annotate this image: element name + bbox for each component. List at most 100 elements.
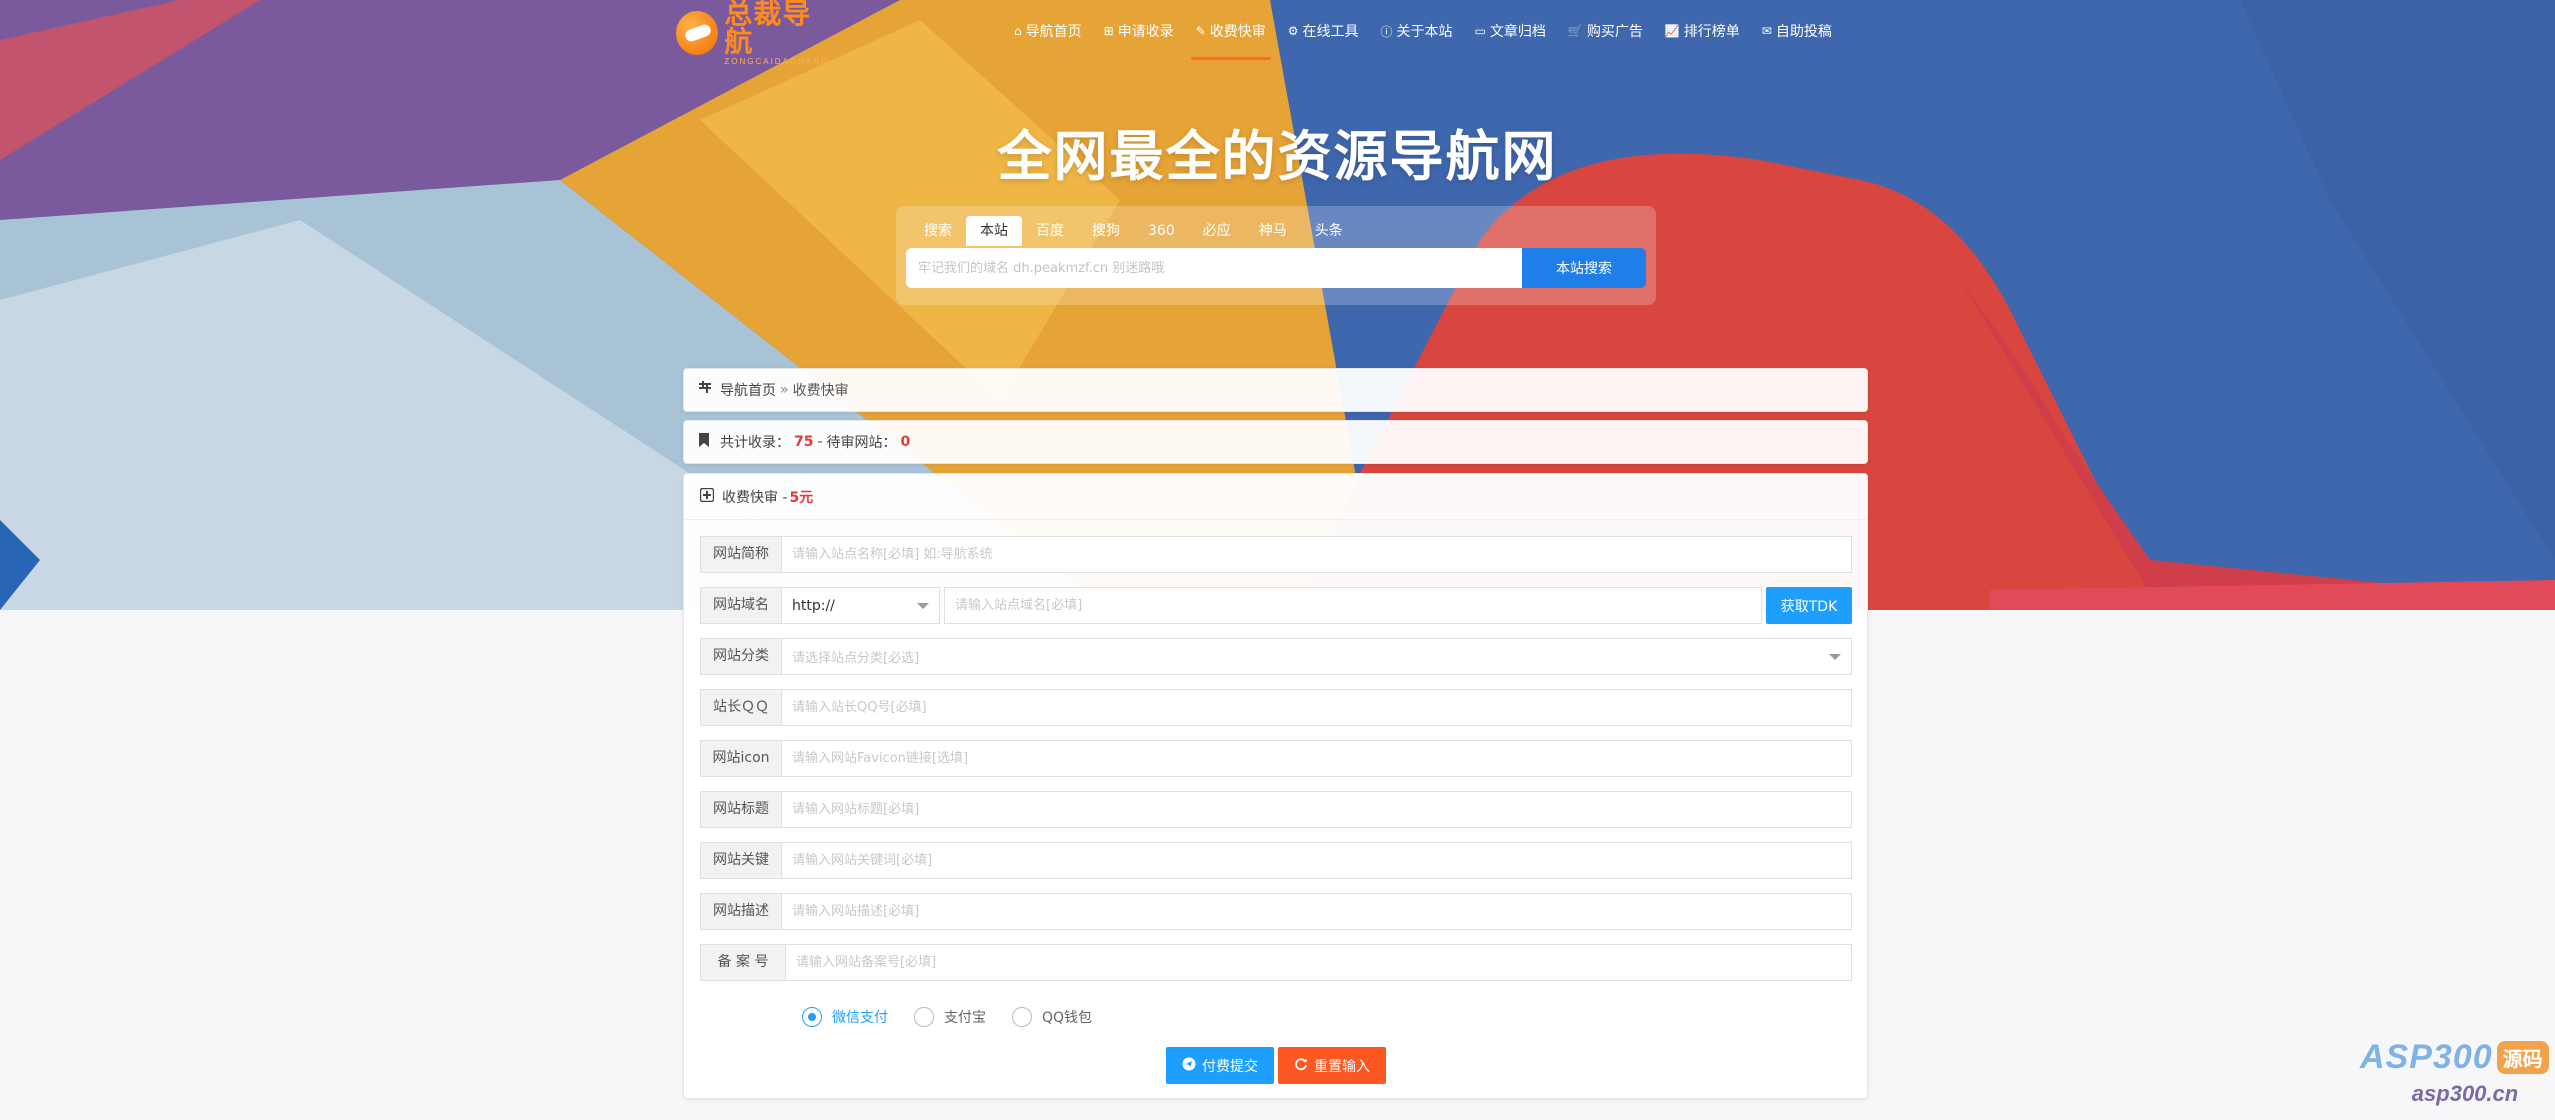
plus-square-icon [699,487,715,506]
breadcrumb-home-link[interactable]: 导航首页 [720,380,776,400]
field-label: 网站域名 [700,587,782,624]
search-tab-sogou[interactable]: 搜狗 [1078,216,1134,246]
icp-input[interactable] [786,944,1852,981]
hero-title: 全网最全的资源导航网 [997,125,1558,188]
search-tab-bing[interactable]: 必应 [1189,216,1245,246]
keywords-input[interactable] [782,842,1852,879]
send-icon [1182,1057,1196,1075]
form-title: 收费快审 - [722,489,788,506]
pending-count: 0 [900,434,911,450]
total-label: 共计收录： [720,435,790,451]
watermark-url: asp300.cn [2411,1081,2519,1106]
home-icon: ⌂ [1014,24,1022,38]
payment-label: 微信支付 [832,1010,888,1026]
field-row-name: 网站简称 [700,536,1852,573]
logo-subtitle: ZONGCAIDAOHANG [724,57,830,66]
pending-label: 待审网站： [826,435,897,451]
paid-submit-button[interactable]: 付费提交 [1166,1047,1274,1084]
payment-label: QQ钱包 [1042,1010,1093,1026]
paid-review-icon: ✎ [1195,24,1206,38]
form-header: 收费快审 - 5元 [684,474,1867,520]
logo-mark-icon [676,11,719,55]
stats-separator: - [817,434,823,450]
top-header: 总裁导航 ZONGCAIDAOHANG ⌂ 导航首页 ⊞ 申请收录 ✎ 收费快审… [0,0,2555,66]
logo-text: 总裁导航 ZONGCAIDAOHANG [724,0,836,66]
site-domain-input[interactable] [944,587,1762,624]
field-row-domain: 网站域名 http:// 获取TDK [700,587,1852,624]
field-row-description: 网站描述 [700,893,1852,930]
protocol-select[interactable]: http:// [782,587,940,624]
main-nav: ⌂ 导航首页 ⊞ 申请收录 ✎ 收费快审 ⚙ 在线工具 ⓘ 关于本站 ▭ 文章归… [1003,0,1843,62]
nav-item-submit[interactable]: ✉ 自助投稿 [1751,0,1843,62]
nav-item-apply[interactable]: ⊞ 申请收录 [1093,0,1185,62]
radio-unchecked-icon [914,1007,934,1027]
watermark-logo: ASP300 源码 asp300.cn [2360,1038,2550,1108]
field-label: 网站标题 [700,791,782,828]
favicon-input[interactable] [782,740,1852,777]
nav-label: 自助投稿 [1775,24,1832,40]
field-label: 网站描述 [700,893,782,930]
form-actions: 付费提交 重置输入 [1166,1047,1386,1084]
nav-item-tools[interactable]: ⚙ 在线工具 [1277,0,1370,62]
field-row-category: 网站分类 请选择站点分类[必选] [700,638,1852,675]
nav-item-archive[interactable]: ▭ 文章归档 [1464,0,1557,62]
breadcrumb-card: 导航首页 » 收费快审 [683,368,1868,412]
nav-label: 收费快审 [1209,24,1266,40]
nav-item-home[interactable]: ⌂ 导航首页 [1003,0,1093,62]
bookmark-icon [698,433,712,451]
field-label: 网站关键 [700,842,782,879]
envelope-icon: ✉ [1761,24,1772,38]
field-row-qq: 站长ＱＱ [700,689,1852,726]
stats-row: 共计收录： 75 - 待审网站： 0 [684,421,1867,463]
form-body: 网站简称 网站域名 http:// 获取TDK 网站分类 请选择站点分类[必选]… [700,536,1852,995]
search-tab-site[interactable]: 本站 [966,216,1022,246]
watermark-badge: 源码 [2496,1041,2549,1074]
nav-item-paid-review[interactable]: ✎ 收费快审 [1185,0,1277,62]
fetch-tdk-button[interactable]: 获取TDK [1766,587,1852,624]
plus-square-icon: ⊞ [1103,24,1114,38]
nav-item-about[interactable]: ⓘ 关于本站 [1370,0,1464,62]
total-count: 75 [794,434,814,450]
radio-checked-icon [802,1007,822,1027]
reset-button[interactable]: 重置输入 [1278,1047,1386,1084]
logo-title: 总裁导航 [724,0,812,58]
refresh-icon [1294,1057,1308,1075]
search-tab-shenma[interactable]: 神马 [1245,216,1301,246]
radio-unchecked-icon [1012,1007,1032,1027]
qq-input[interactable] [782,689,1852,726]
category-placeholder: 请选择站点分类[必选] [792,651,920,666]
nav-item-ads[interactable]: 🛒 购买广告 [1557,0,1654,62]
search-button[interactable]: 本站搜索 [1522,248,1646,288]
site-logo[interactable]: 总裁导航 ZONGCAIDAOHANG [676,0,836,66]
nav-label: 申请收录 [1117,24,1174,40]
field-label: 网站分类 [700,638,782,675]
payment-label: 支付宝 [944,1010,986,1026]
toggle-icon[interactable] [698,381,712,399]
site-name-input[interactable] [782,536,1852,573]
field-row-keywords: 网站关键 [700,842,1852,879]
nav-label: 关于本站 [1396,24,1453,40]
field-label: 站长ＱＱ [700,689,782,726]
payment-options: 微信支付 支付宝 QQ钱包 [802,1007,1092,1027]
breadcrumb-separator: » [780,382,789,398]
field-row-icp: 备 案 号 [700,944,1852,981]
payment-alipay-radio[interactable]: 支付宝 [914,1007,986,1027]
cart-icon: 🛒 [1567,24,1583,38]
search-engine-tabs: 搜索 本站 百度 搜狗 360 必应 神马 头条 [910,216,1357,246]
nav-label: 导航首页 [1025,24,1082,40]
reset-label: 重置输入 [1314,1058,1370,1075]
nav-item-ranking[interactable]: 📈 排行榜单 [1654,0,1751,62]
search-tab-search[interactable]: 搜索 [910,216,966,246]
search-tab-toutiao[interactable]: 头条 [1301,216,1357,246]
breadcrumb: 导航首页 » 收费快审 [684,369,1867,411]
search-tab-baidu[interactable]: 百度 [1022,216,1078,246]
search-tab-360[interactable]: 360 [1134,216,1189,246]
site-title-input[interactable] [782,791,1852,828]
description-input[interactable] [782,893,1852,930]
search-input[interactable] [906,248,1522,288]
field-row-title: 网站标题 [700,791,1852,828]
category-select[interactable]: 请选择站点分类[必选] [782,638,1852,675]
payment-wechat-radio[interactable]: 微信支付 [802,1007,888,1027]
payment-qqwallet-radio[interactable]: QQ钱包 [1012,1007,1092,1027]
nav-label: 购买广告 [1586,24,1643,40]
